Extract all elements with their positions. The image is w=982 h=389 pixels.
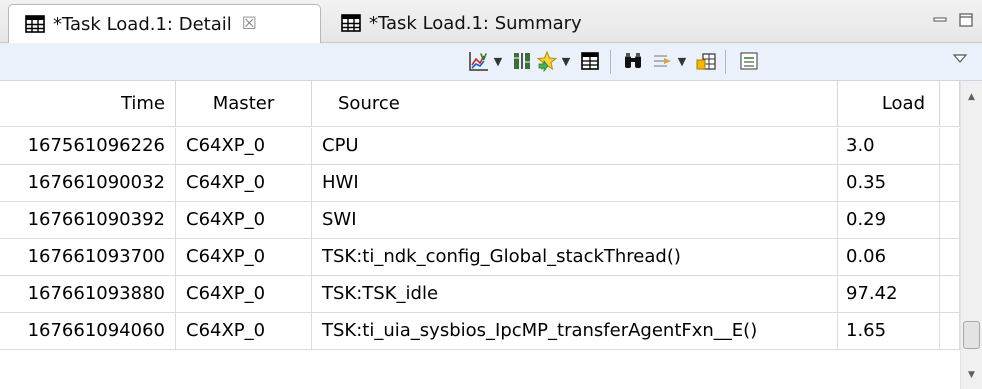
column-header-filler [940,81,960,127]
table-row[interactable]: 167661090032 C64XP_0 HWI 0.35 [0,165,960,202]
cell-source: TSK:ti_uia_sysbios_IpcMP_transferAgentFx… [312,313,838,349]
cell-source: CPU [312,128,838,164]
cell-time: 167661090392 [0,202,176,238]
toolbar-divider [610,50,611,74]
cell-master: C64XP_0 [176,202,312,238]
tab-summary-label: *Task Load.1: Summary [369,12,582,34]
scrollbar-thumb[interactable] [963,321,980,349]
chart-icon[interactable]: V [467,49,491,73]
cell-master: C64XP_0 [176,128,312,164]
column-header-load[interactable]: Load [838,81,940,127]
cell-source: TSK:ti_ndk_config_Global_stackThread() [312,239,838,275]
view-menu-icon[interactable] [737,49,761,73]
table-icon [341,14,361,32]
svg-text:V: V [480,53,487,63]
table-icon [25,15,45,33]
cell-load: 0.35 [838,165,940,201]
cell-master: C64XP_0 [176,239,312,275]
column-header-time[interactable]: Time [0,81,176,127]
cell-filler [940,165,960,201]
cell-filler [940,313,960,349]
cell-filler [940,276,960,312]
close-tab-icon[interactable]: ☒ [242,14,257,34]
column-settings-icon[interactable] [510,49,534,73]
vertical-scrollbar[interactable]: ▲ ▼ [960,81,982,389]
panel-menu-icon[interactable] [948,47,972,71]
cell-source: TSK:TSK_idle [312,276,838,312]
tab-summary[interactable]: *Task Load.1: Summary [325,4,645,42]
chart-dropdown-chevron-down-icon[interactable]: ▼ [492,49,504,73]
filter-icon[interactable] [650,49,674,73]
cell-load: 3.0 [838,128,940,164]
filter-dropdown-chevron-down-icon[interactable]: ▼ [676,49,688,73]
cell-load: 0.06 [838,239,940,275]
table-row[interactable]: 167661090392 C64XP_0 SWI 0.29 [0,202,960,239]
cell-time: 167661093700 [0,239,176,275]
export-icon[interactable] [694,49,718,73]
highlight-star-icon[interactable] [535,49,559,73]
find-icon[interactable] [621,49,645,73]
highlight-dropdown-chevron-down-icon[interactable]: ▼ [560,49,572,73]
column-header-master[interactable]: Master [176,81,312,127]
cell-filler [940,202,960,238]
cell-load: 97.42 [838,276,940,312]
cell-time: 167661090032 [0,165,176,201]
toolbar-divider [725,50,726,74]
cell-time: 167561096226 [0,128,176,164]
cell-filler [940,128,960,164]
table-header: Time Master Source Load [0,81,960,127]
table-row[interactable]: 167661093880 C64XP_0 TSK:TSK_idle 97.42 [0,276,960,313]
scroll-down-icon[interactable]: ▼ [961,365,982,385]
editor-tab-bar: *Task Load.1: Detail ☒ *Task Load.1: Sum… [0,0,982,43]
cell-filler [940,239,960,275]
cell-source: HWI [312,165,838,201]
scroll-up-icon[interactable]: ▲ [961,87,982,107]
cell-master: C64XP_0 [176,313,312,349]
cell-master: C64XP_0 [176,165,312,201]
table-row[interactable]: 167661094060 C64XP_0 TSK:ti_uia_sysbios_… [0,313,960,350]
grid-icon[interactable] [578,49,602,73]
tab-detail[interactable]: *Task Load.1: Detail ☒ [8,4,321,43]
minimize-icon[interactable] [930,10,950,30]
table-row[interactable]: 167661093700 C64XP_0 TSK:ti_ndk_config_G… [0,239,960,276]
view-toolbar: V ▼ ▼ ▼ [0,43,982,81]
column-header-source[interactable]: Source [312,81,838,127]
maximize-icon[interactable] [956,10,976,30]
cell-time: 167661093880 [0,276,176,312]
cell-source: SWI [312,202,838,238]
cell-master: C64XP_0 [176,276,312,312]
table-row[interactable]: 167561096226 C64XP_0 CPU 3.0 [0,128,960,165]
cell-time: 167661094060 [0,313,176,349]
tab-detail-label: *Task Load.1: Detail [53,13,232,35]
cell-load: 0.29 [838,202,940,238]
cell-load: 1.65 [838,313,940,349]
